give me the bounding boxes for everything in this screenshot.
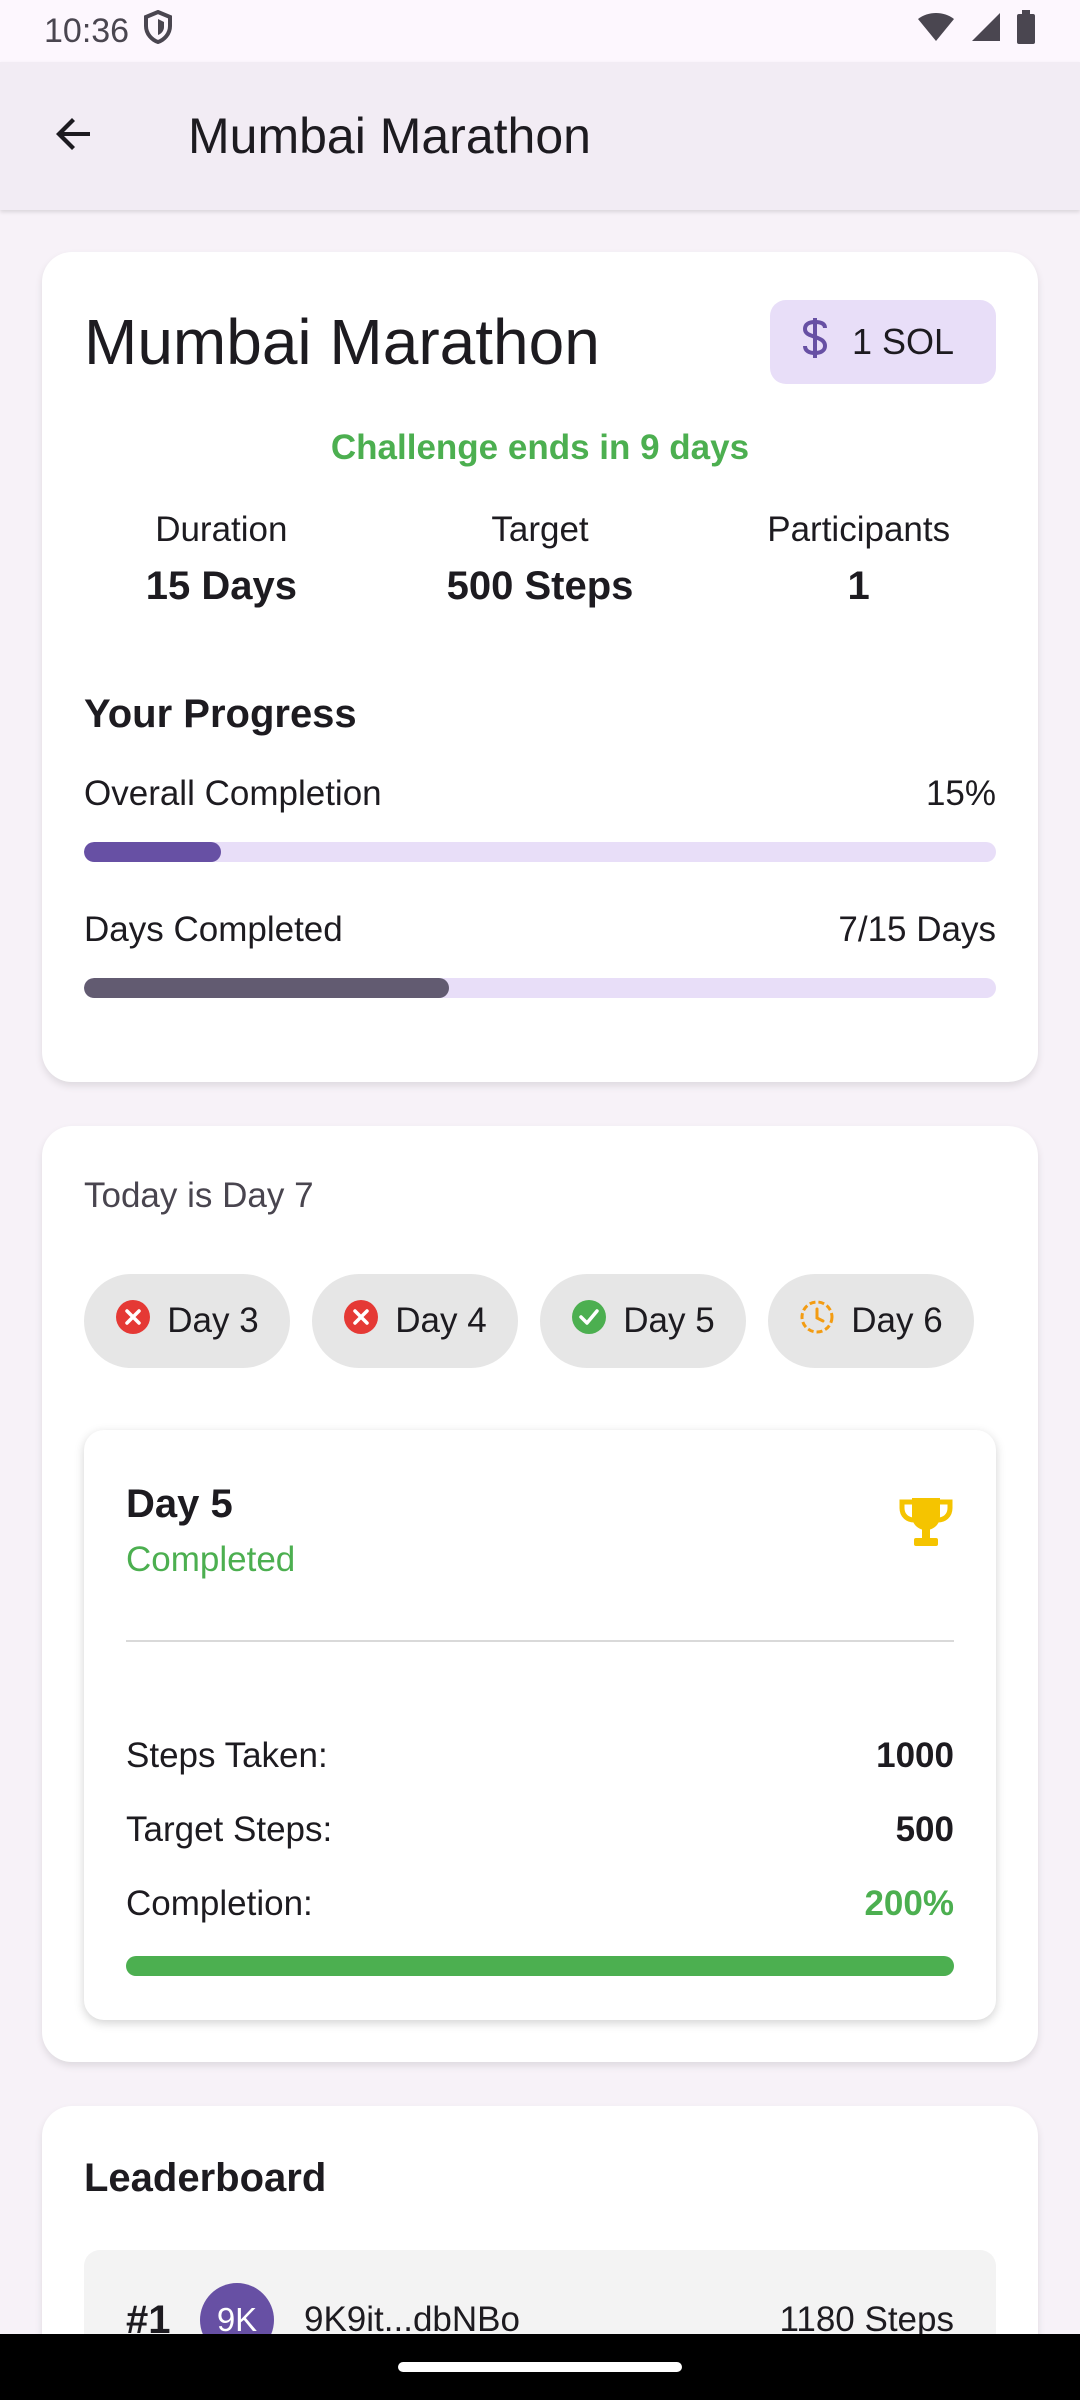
x-circle-icon [115,1299,151,1344]
daily-progress-card: Today is Day 7 Day 3 Day 4 Day 5 Day 6 D… [42,1126,1038,2062]
days-completed-value: 7/15 Days [838,910,996,949]
days-completed-label: Days Completed [84,910,343,949]
back-button[interactable] [0,62,148,210]
battery-icon [1016,9,1036,53]
day-detail-card: Day 5 Completed Steps Taken: 1000 Target… [84,1430,996,2020]
overall-completion-label: Overall Completion [84,774,382,813]
progress-heading: Your Progress [84,692,357,736]
status-time-group: 10:36 [44,9,173,53]
home-handle[interactable] [398,2362,682,2372]
check-circle-icon [571,1299,607,1344]
stake-badge: 1 SOL [769,300,996,384]
detail-label: Target Steps: [126,1810,333,1849]
system-nav-bar [0,2334,1080,2400]
day-chip-label: Day 6 [851,1301,943,1340]
day-chip-4[interactable]: Day 4 [312,1274,518,1368]
leaderboard-title: Leaderboard [84,2156,327,2200]
day-chip-3[interactable]: Day 3 [84,1274,290,1368]
stat-value: 500 Steps [446,564,634,608]
signal-icon [970,11,1002,52]
stat-duration: Duration 15 Days [42,510,381,609]
stat-label: Target [491,510,589,549]
arrow-back-icon [50,110,98,163]
day-chip-5[interactable]: Day 5 [540,1274,746,1368]
challenge-title: Mumbai Marathon [84,306,600,378]
overall-progress-bar [84,842,996,862]
overall-progress-fill [84,842,221,862]
days-progress-bar [84,978,996,998]
x-circle-icon [343,1299,379,1344]
days-progress-fill [84,978,449,998]
dollar-icon [800,316,830,369]
overall-completion-row: Overall Completion 15% [84,774,996,814]
challenge-stats: Duration 15 Days Target 500 Steps Partic… [42,510,1038,609]
stat-value: 15 Days [145,564,297,608]
day-detail-title: Day 5 [126,1482,233,1526]
today-label: Today is Day 7 [84,1176,314,1215]
target-steps-row: Target Steps: 500 [126,1810,954,1850]
stat-label: Duration [155,510,288,549]
detail-value: 500 [895,1810,954,1849]
stat-value: 1 [847,564,870,608]
wifi-icon [916,11,956,52]
divider [126,1640,954,1642]
challenge-title-row: Mumbai Marathon 1 SOL [84,300,996,384]
stat-participants: Participants 1 [699,510,1038,609]
day-chip-label: Day 3 [167,1301,259,1340]
day-chip-6[interactable]: Day 6 [768,1274,974,1368]
stake-amount: 1 SOL [851,321,954,362]
trophy-icon [898,1494,954,1555]
completion-row: Completion: 200% [126,1884,954,1924]
status-time: 10:36 [44,11,130,50]
stat-label: Participants [767,510,951,549]
day-completion-bar [126,1956,954,1976]
detail-value: 1000 [876,1736,954,1775]
challenge-card: Mumbai Marathon 1 SOL Challenge ends in … [42,252,1038,1082]
challenge-ends-text: Challenge ends in 9 days [330,428,750,467]
clock-icon [799,1299,835,1344]
detail-value: 200% [864,1884,954,1923]
day-detail-status: Completed [126,1540,296,1579]
overall-completion-value: 15% [925,774,996,813]
status-icons [916,9,1036,53]
day-chip-label: Day 5 [623,1301,715,1340]
steps-taken-row: Steps Taken: 1000 [126,1736,954,1776]
shield-icon [143,9,173,53]
app-bar-title: Mumbai Marathon [188,108,591,164]
day-chips: Day 3 Day 4 Day 5 Day 6 [84,1274,974,1368]
day-chip-label: Day 4 [395,1301,487,1340]
status-bar: 10:36 [0,0,1080,62]
detail-label: Completion: [126,1884,313,1923]
days-completed-row: Days Completed 7/15 Days [84,910,996,950]
detail-label: Steps Taken: [126,1736,328,1775]
app-bar: Mumbai Marathon [0,62,1080,210]
stat-target: Target 500 Steps [381,510,700,609]
